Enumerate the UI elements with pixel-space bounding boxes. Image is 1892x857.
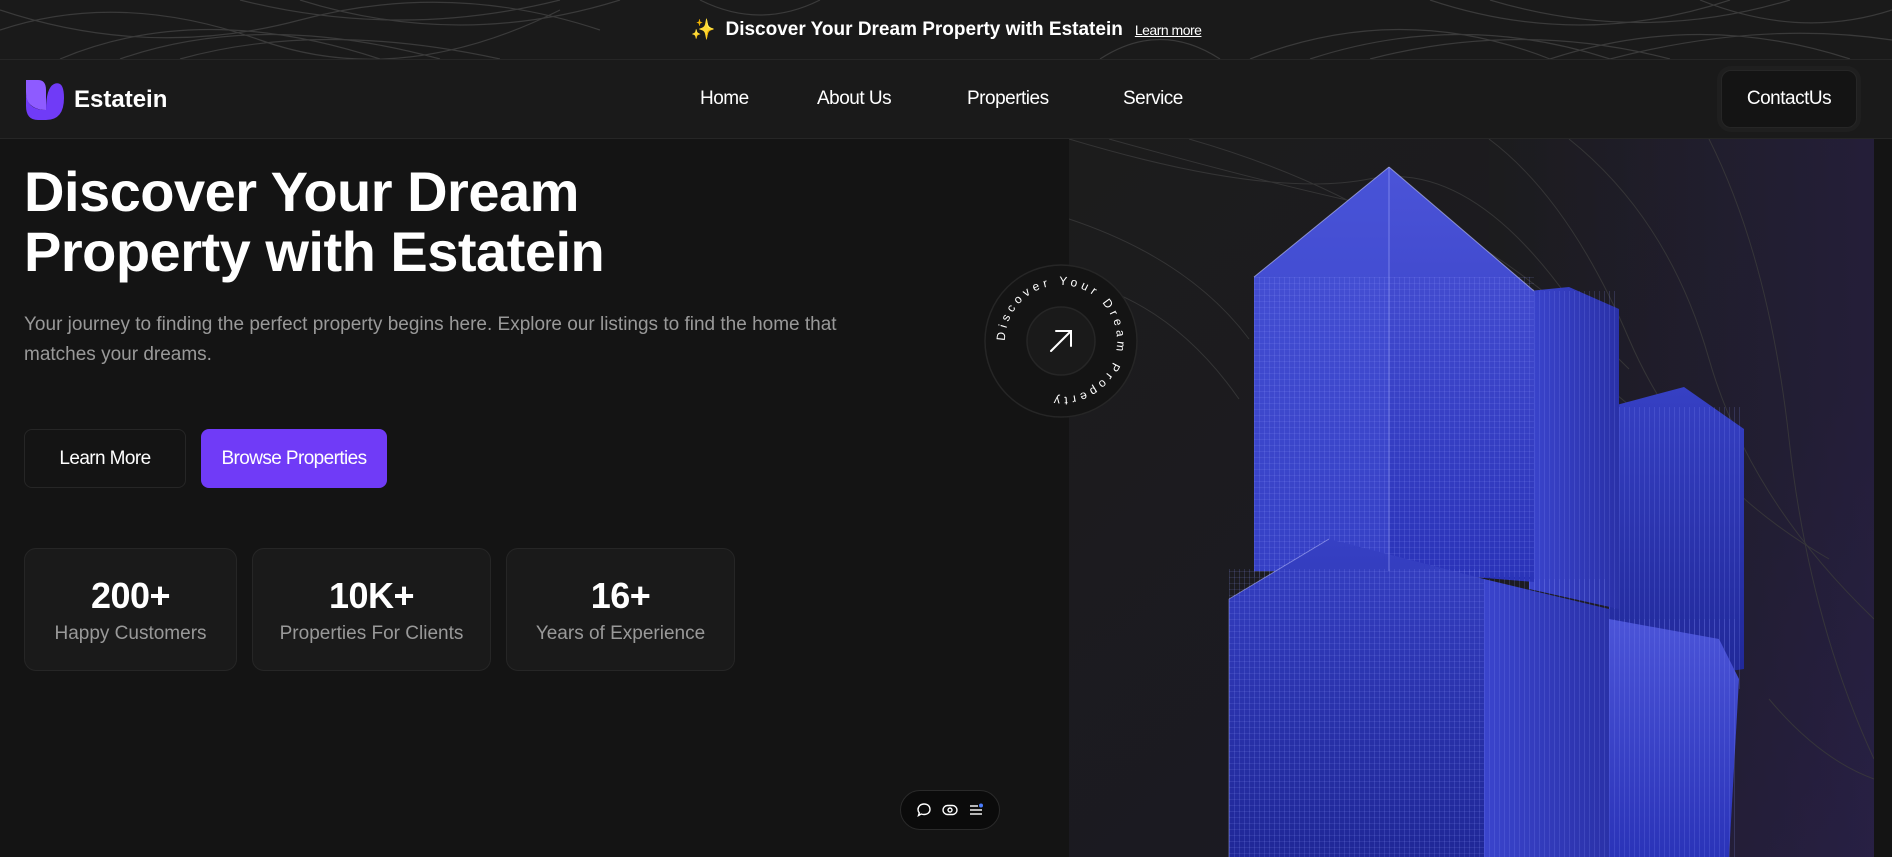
learn-more-link[interactable]: Learn more <box>1135 22 1202 38</box>
stat-value: 16+ <box>590 574 651 616</box>
logo-icon <box>26 80 64 120</box>
stat-label: Properties For Clients <box>279 622 464 644</box>
comment-icon[interactable] <box>914 800 934 820</box>
browse-properties-button[interactable]: Browse Properties <box>201 429 387 488</box>
stat-value: 10K+ <box>328 574 415 616</box>
stat-card-customers: 200+ Happy Customers <box>24 548 237 671</box>
stat-label: Years of Experience <box>535 622 706 644</box>
banner-text: Discover Your Dream Property with Estate… <box>725 18 1123 40</box>
contact-us-button[interactable]: ContactUs <box>1721 70 1857 128</box>
brand-name: Estatein <box>74 86 168 113</box>
hero-title-line2: Property with Estatein <box>24 220 605 283</box>
hero-title: Discover Your Dream Property with Estate… <box>24 162 824 282</box>
menu-icon[interactable] <box>966 800 986 820</box>
discover-circle-badge[interactable]: Discover Your Dream Property <box>984 264 1138 418</box>
logo[interactable]: Estatein <box>24 78 167 122</box>
hero-title-line1: Discover Your Dream <box>24 160 579 223</box>
nav-service[interactable]: Service <box>1123 88 1183 110</box>
stat-card-properties: 10K+ Properties For Clients <box>252 548 491 671</box>
stat-value: 200+ <box>90 574 171 616</box>
stat-label: Happy Customers <box>54 622 207 644</box>
announcement-banner: ✨ Discover Your Dream Property with Esta… <box>0 0 1892 59</box>
stat-card-experience: 16+ Years of Experience <box>506 548 735 671</box>
nav-properties[interactable]: Properties <box>967 88 1049 110</box>
eye-icon[interactable] <box>940 800 960 820</box>
nav-home[interactable]: Home <box>700 88 749 110</box>
hero-building-image <box>1069 139 1874 857</box>
floating-toolbar <box>900 790 1000 830</box>
navbar: Estatein Home About Us Properties Servic… <box>0 59 1892 139</box>
hero-subtitle: Your journey to finding the perfect prop… <box>24 314 837 365</box>
learn-more-button[interactable]: Learn More <box>24 429 186 488</box>
nav-about-us[interactable]: About Us <box>817 88 892 110</box>
sparkles-icon: ✨ <box>690 19 716 41</box>
